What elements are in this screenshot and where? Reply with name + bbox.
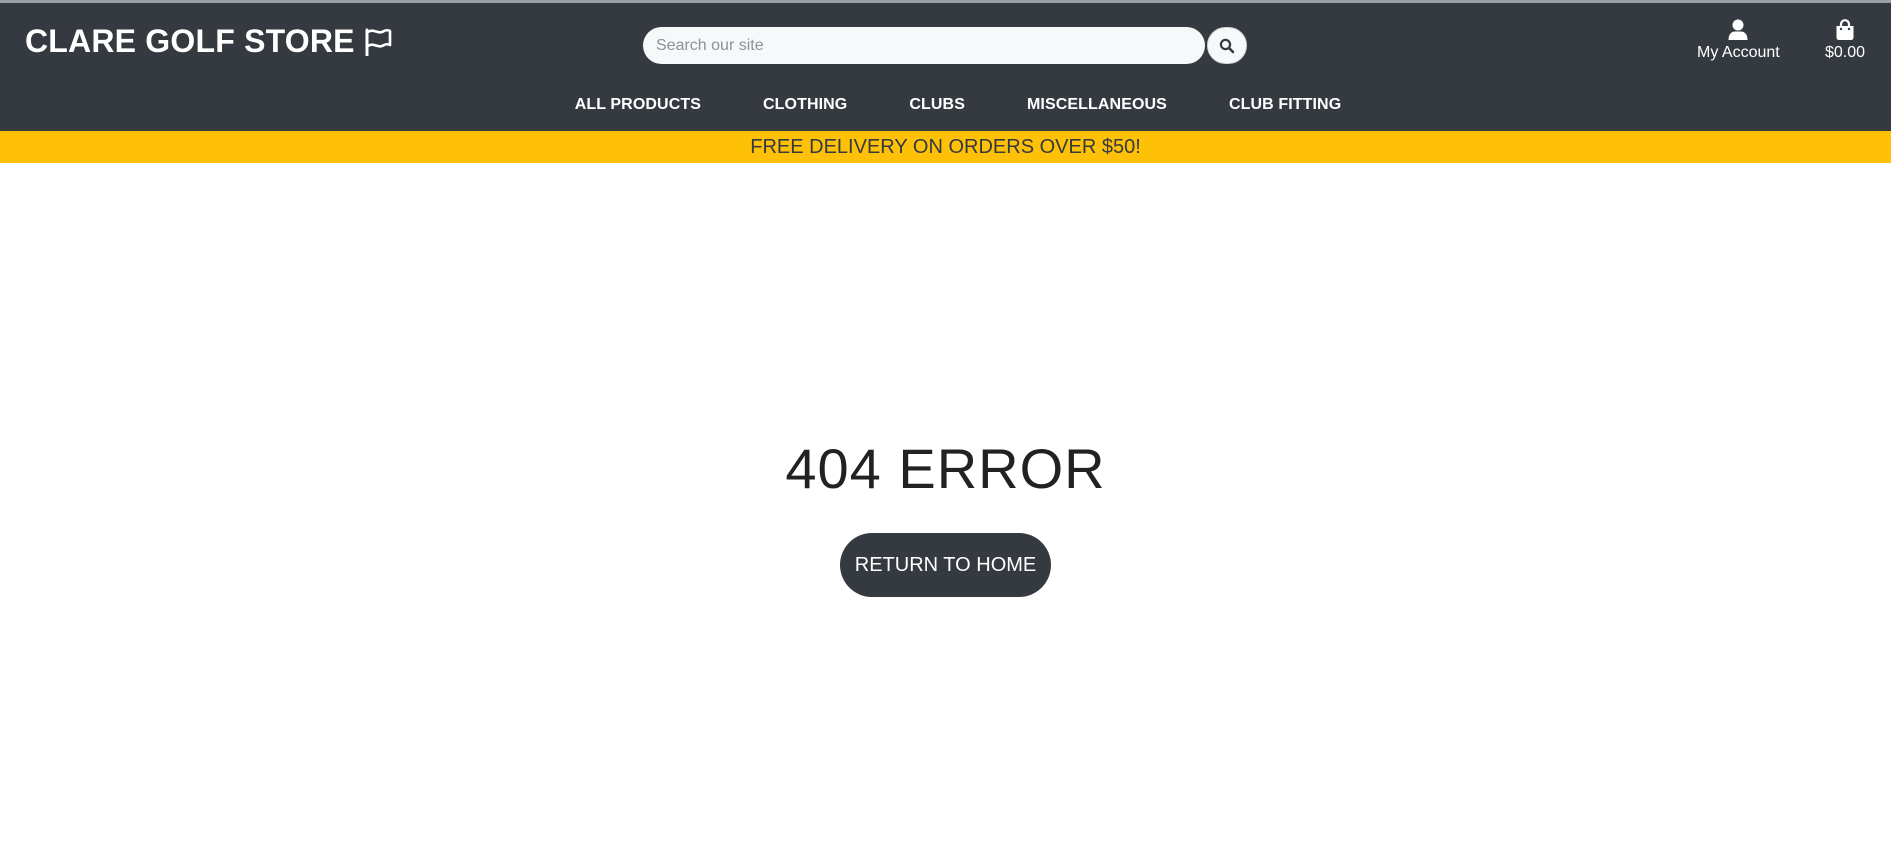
nav-item-clubs[interactable]: CLUBS	[909, 96, 965, 114]
nav-item-clothing[interactable]: CLOTHING	[763, 96, 847, 114]
search-icon	[1219, 38, 1235, 53]
my-account-link[interactable]: My Account	[1697, 19, 1780, 62]
nav-item-miscellaneous[interactable]: MISCELLANEOUS	[1027, 96, 1167, 114]
bag-total: $0.00	[1825, 44, 1866, 61]
page-title: 404 ERROR	[785, 437, 1106, 500]
search-form	[643, 27, 1247, 64]
return-home-label: RETURN TO HOME	[854, 553, 1037, 576]
nav-item-club-fitting[interactable]: CLUB FITTING	[1229, 96, 1341, 114]
my-account-label: My Account	[1697, 44, 1780, 61]
search-input[interactable]	[643, 27, 1205, 64]
brand-logo-link[interactable]: CLARE GOLF STORE	[25, 23, 393, 60]
shopping-bag-icon	[1836, 19, 1854, 40]
shopping-bag-link[interactable]: $0.00	[1825, 19, 1865, 62]
delivery-banner-text: FREE DELIVERY ON ORDERS OVER $50!	[750, 136, 1141, 158]
search-button[interactable]	[1207, 27, 1247, 64]
site-header: CLARE GOLF STORE My Account $0.00	[0, 3, 1891, 131]
main-content: 404 ERROR RETURN TO HOME	[0, 163, 1891, 866]
brand-name: CLARE GOLF STORE	[25, 23, 355, 59]
return-home-button[interactable]: RETURN TO HOME	[840, 533, 1051, 597]
user-icon	[1728, 19, 1748, 40]
flag-icon	[365, 28, 392, 56]
nav-item-all-products[interactable]: ALL PRODUCTS	[575, 96, 701, 114]
delivery-banner: FREE DELIVERY ON ORDERS OVER $50!	[0, 131, 1891, 163]
main-nav: ALL PRODUCTS CLOTHING CLUBS MISCELLANEOU…	[0, 96, 1891, 114]
